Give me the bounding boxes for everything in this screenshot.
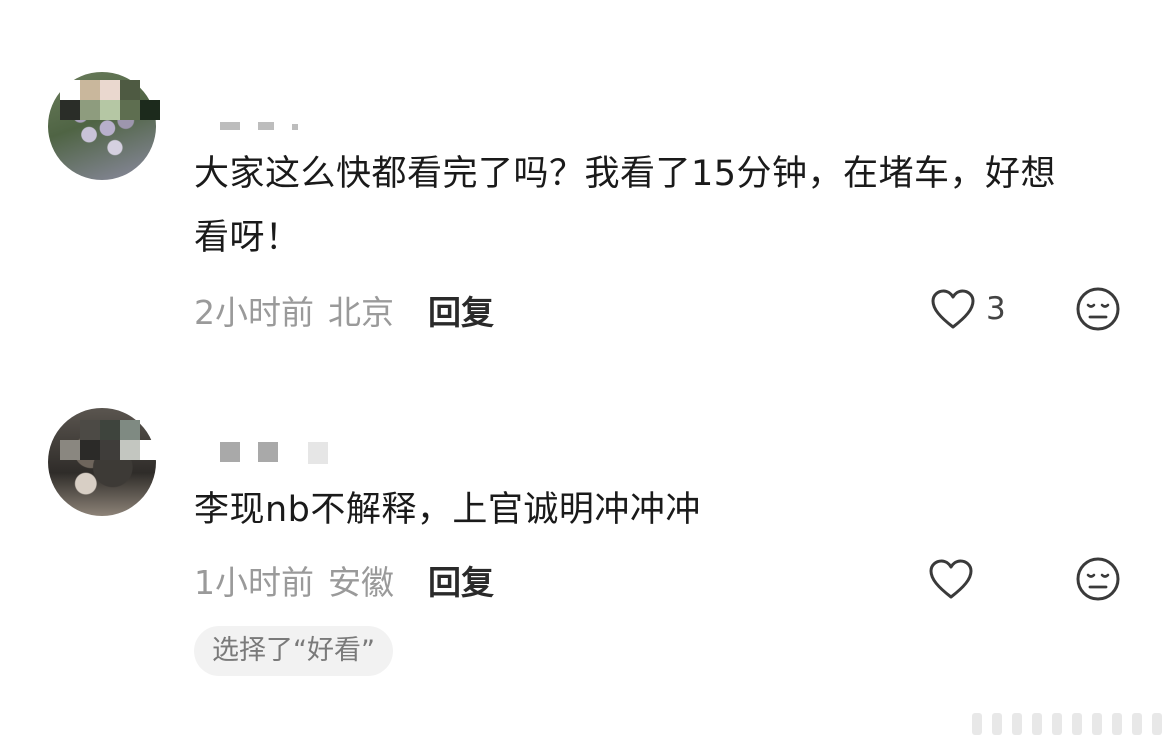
comment-location: 安徽 (328, 563, 394, 602)
heart-outline-icon (929, 559, 973, 599)
comment-location: 北京 (328, 293, 394, 332)
reply-button[interactable]: 回复 (428, 286, 494, 334)
like-button[interactable]: 3 (930, 288, 1006, 330)
choice-tag: 选择了“好看” (194, 626, 393, 676)
username-mosaic (60, 80, 140, 100)
comment-time: 1小时前 (194, 563, 314, 602)
watermark-bars (972, 713, 1162, 735)
reply-button[interactable]: 回复 (428, 556, 494, 604)
username-redacted (220, 112, 298, 130)
username-redacted (220, 442, 328, 464)
like-button[interactable] (928, 558, 984, 600)
heart-outline-icon (931, 289, 975, 329)
comment-time: 2小时前 (194, 293, 314, 332)
username-mosaic (60, 440, 160, 460)
comment-meta: 2小时前 北京 回复 (194, 286, 494, 334)
comment-meta: 1小时前 安徽 回复 (194, 556, 494, 604)
username-mosaic (60, 100, 160, 120)
neutral-face-icon[interactable] (1075, 556, 1121, 602)
neutral-face-icon[interactable] (1075, 286, 1121, 332)
comment-text: 大家这么快都看完了吗？我看了15分钟，在堵车，好想看呀！ (194, 154, 1057, 258)
like-count: 3 (986, 291, 1006, 327)
comment-text: 李现nb不解释，上官诚明冲冲冲 (194, 490, 701, 530)
username-mosaic (80, 420, 140, 440)
